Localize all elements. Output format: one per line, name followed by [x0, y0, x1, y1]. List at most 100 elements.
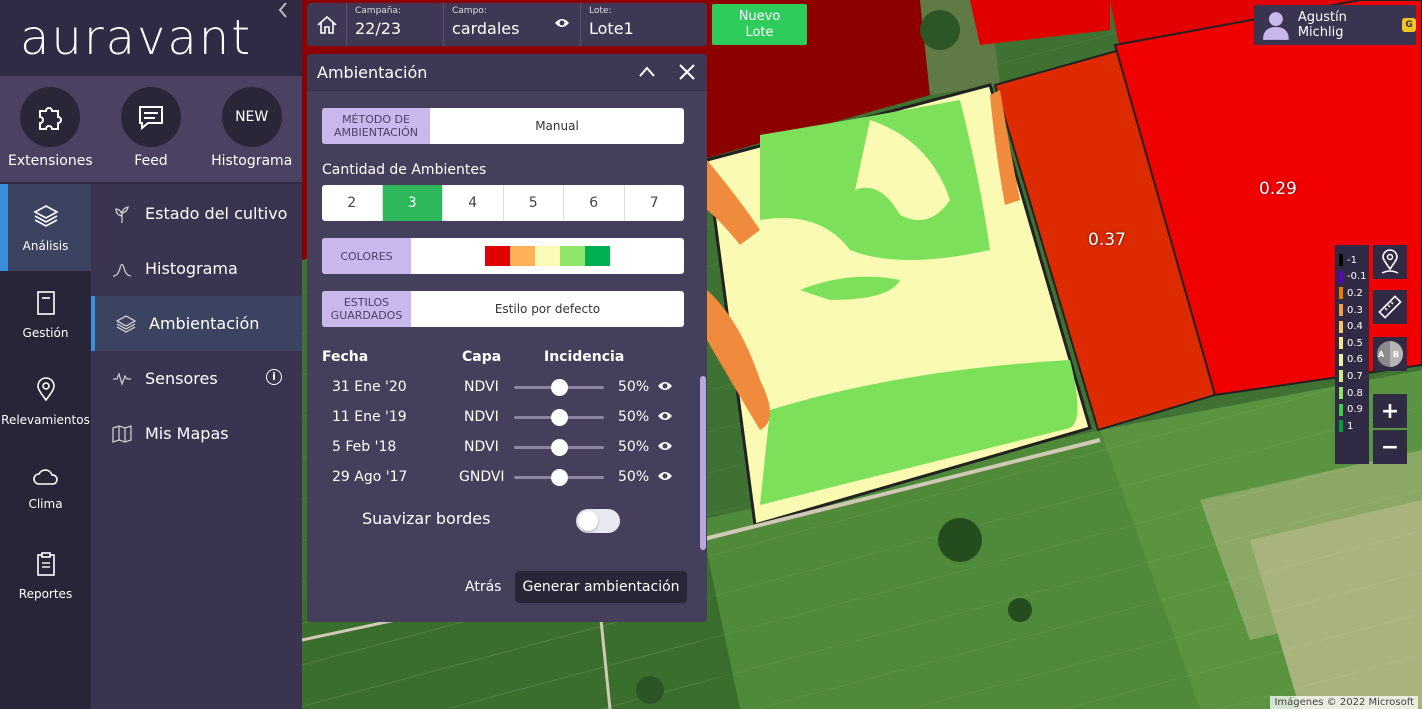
user-name: Agustín Michlig [1297, 10, 1347, 40]
estilos-selector[interactable]: ESTILOS GUARDADOS Estilo por defecto [322, 291, 684, 327]
subnav-sensores-label: Sensores [145, 369, 218, 388]
plant-icon [111, 204, 133, 224]
panel-scrollbar[interactable] [700, 376, 706, 550]
campo-selector[interactable]: Campo: cardales [444, 3, 581, 46]
user-menu[interactable]: Agustín Michlig G [1254, 5, 1416, 45]
legend-color [1339, 353, 1343, 366]
eye-icon[interactable] [657, 410, 673, 422]
home-icon [316, 15, 337, 34]
extensiones-circle [20, 87, 81, 147]
layers-icon [32, 204, 59, 227]
incidencia-slider[interactable] [514, 379, 604, 396]
collapse-sidebar-button[interactable] [278, 2, 288, 23]
info-icon[interactable]: i [266, 369, 282, 385]
location-tool-button[interactable] [1373, 245, 1407, 279]
eye-icon[interactable] [657, 440, 673, 452]
map-icon [111, 424, 133, 443]
incidencia-slider[interactable] [514, 469, 604, 486]
extensiones-button[interactable]: Extensiones [0, 76, 101, 182]
table-row: 31 Ene '20 NDVI 50% [307, 373, 707, 403]
compare-ab-label: A B [1377, 349, 1403, 359]
legend-item: 0.5 [1335, 335, 1369, 352]
lot-value-label: 0.29 [1259, 179, 1297, 199]
new-badge: NEW [221, 87, 282, 147]
row-capa: NDVI [464, 439, 499, 455]
map-pin-icon [1381, 249, 1399, 274]
campana-selector[interactable]: Campaña: 22/23 [347, 3, 444, 46]
auravant-logo: auravant [20, 10, 253, 66]
row-fecha: 29 Ago '17 [332, 469, 408, 485]
slider-knob[interactable] [550, 409, 568, 426]
legend-label: 0.9 [1347, 404, 1363, 416]
ambientes-option-5[interactable]: 5 [504, 185, 564, 221]
eye-icon[interactable] [554, 17, 570, 29]
home-button[interactable] [307, 3, 347, 46]
zoom-out-button[interactable]: − [1373, 430, 1407, 464]
color-swatch [535, 246, 560, 266]
nav-relevamientos[interactable]: Relevamientos [0, 358, 91, 445]
atras-button[interactable]: Atrás [465, 579, 501, 595]
zoom-in-button[interactable]: + [1373, 394, 1407, 428]
subnav-histograma[interactable]: Histograma [91, 241, 302, 296]
chevron-up-icon[interactable] [637, 62, 657, 82]
measure-tool-button[interactable] [1373, 290, 1407, 324]
lote-selector[interactable]: Lote: Lote1 [581, 3, 707, 46]
colores-selector[interactable]: COLORES [322, 238, 684, 274]
legend-color [1339, 387, 1343, 400]
nav-clima[interactable]: Clima [0, 445, 91, 532]
pin-icon [36, 376, 55, 401]
lote-value: Lote1 [589, 19, 634, 38]
metodo-tag-line2: AMBIENTACIÓN [334, 126, 418, 139]
legend-label: 0.5 [1347, 337, 1363, 349]
nav-relevamientos-label: Relevamientos [1, 412, 90, 427]
legend-color [1339, 420, 1343, 433]
close-icon[interactable] [677, 62, 697, 82]
feed-button[interactable]: Feed [101, 76, 202, 182]
feed-label: Feed [134, 153, 168, 169]
legend-label: 0.7 [1347, 370, 1363, 382]
histograma-shortcut-button[interactable]: NEW Histograma [201, 76, 302, 182]
eye-icon[interactable] [657, 380, 673, 392]
cantidad-ambientes-selector: 2 3 4 5 6 7 [322, 185, 684, 221]
metodo-tag: MÉTODO DE AMBIENTACIÓN [322, 108, 430, 144]
incidencia-slider[interactable] [514, 409, 604, 426]
cloud-icon [32, 468, 58, 485]
eye-icon[interactable] [657, 470, 673, 482]
legend-label: -0.1 [1347, 271, 1367, 283]
ambientes-option-4[interactable]: 4 [443, 185, 504, 221]
subnav-estado-del-cultivo[interactable]: Estado del cultivo [91, 186, 302, 241]
nav-gestion[interactable]: Gestión [0, 271, 91, 358]
table-row: 29 Ago '17 GNDVI 50% [307, 463, 707, 493]
nav-analisis[interactable]: Análisis [0, 184, 91, 271]
nav-reportes-label: Reportes [18, 586, 73, 601]
ambientes-option-2[interactable]: 2 [322, 185, 383, 221]
ambientes-option-3[interactable]: 3 [382, 185, 443, 221]
suavizar-bordes-toggle[interactable] [576, 509, 620, 533]
colores-preview [411, 238, 684, 274]
row-capa: GNDVI [459, 469, 505, 485]
incidencia-slider[interactable] [514, 439, 604, 456]
legend-color [1339, 254, 1343, 267]
table-row: 11 Ene '19 NDVI 50% [307, 403, 707, 433]
slider-knob[interactable] [550, 469, 568, 486]
legend-label: 0.3 [1347, 304, 1363, 316]
subnav-sensores[interactable]: Sensores i [91, 351, 302, 406]
chat-icon [139, 106, 163, 131]
slider-knob[interactable] [550, 439, 568, 456]
row-fecha: 31 Ene '20 [332, 379, 407, 395]
slider-knob[interactable] [550, 379, 568, 396]
clipboard-icon [36, 551, 55, 576]
row-capa: NDVI [464, 379, 499, 395]
ruler-icon [1378, 295, 1402, 319]
ambientes-option-7[interactable]: 7 [625, 185, 685, 221]
shortcuts-bar: Extensiones Feed NEW Histograma [0, 76, 302, 182]
subnav-ambientacion[interactable]: Ambientación [91, 296, 302, 351]
ambientes-option-6[interactable]: 6 [564, 185, 625, 221]
generar-ambientacion-button[interactable]: Generar ambientación [515, 571, 687, 603]
subnav-mis-mapas[interactable]: Mis Mapas [91, 406, 302, 461]
compare-tool-button[interactable]: A B [1373, 337, 1407, 371]
avatar-icon [1262, 12, 1289, 40]
nav-reportes[interactable]: Reportes [0, 532, 91, 619]
nuevo-lote-button[interactable]: Nuevo Lote [712, 4, 807, 45]
metodo-selector[interactable]: MÉTODO DE AMBIENTACIÓN Manual [322, 108, 684, 144]
